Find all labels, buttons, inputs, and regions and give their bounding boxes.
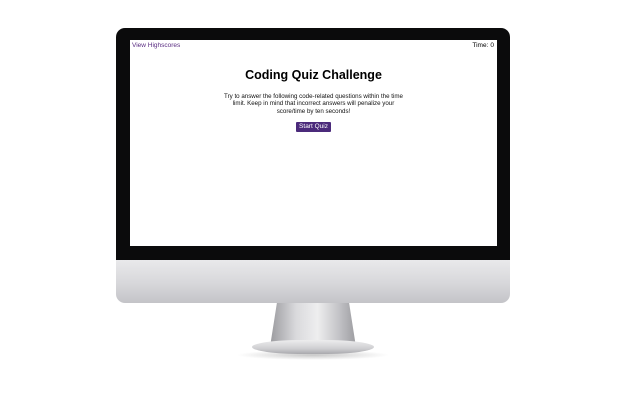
page-title: Coding Quiz Challenge (245, 68, 382, 82)
monitor-screen: View Highscores Time: 0 Coding Quiz Chall… (130, 40, 497, 246)
monitor-stand-foot (252, 340, 374, 354)
view-highscores-link[interactable]: View Highscores (132, 42, 180, 49)
monitor-chin (116, 260, 510, 303)
monitor-mockup-scene: View Highscores Time: 0 Coding Quiz Chall… (0, 0, 626, 409)
quiz-description: Try to answer the following code-related… (224, 93, 403, 115)
timer-display: Time: 0 (472, 42, 494, 49)
start-quiz-button[interactable]: Start Quiz (296, 122, 331, 133)
timer-value: 0 (490, 42, 494, 49)
quiz-intro-section: Coding Quiz Challenge Try to answer the … (130, 67, 497, 133)
top-bar: View Highscores Time: 0 (130, 40, 497, 52)
timer-label: Time: (472, 42, 489, 49)
